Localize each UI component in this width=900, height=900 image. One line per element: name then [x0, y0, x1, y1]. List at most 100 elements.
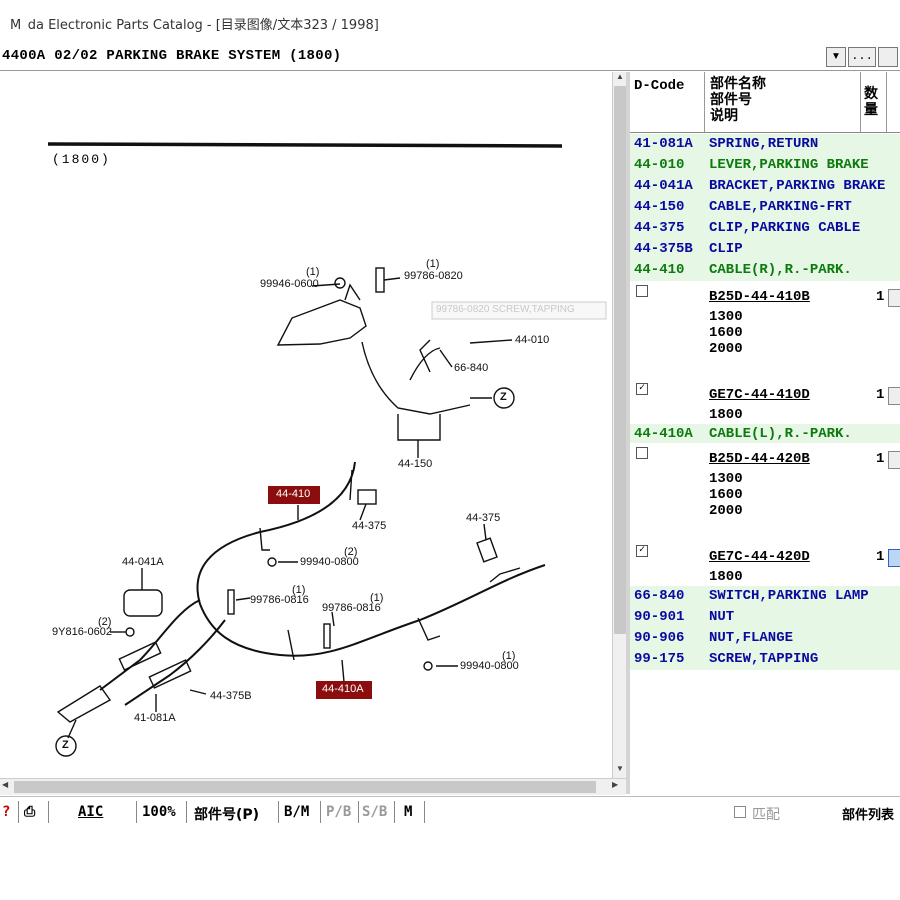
part-row[interactable]: 44-375 CLIP,PARKING CABLE: [630, 218, 900, 239]
header-dcode[interactable]: D-Code: [634, 78, 684, 94]
variant-part-number[interactable]: GE7C-44-420D: [709, 549, 810, 565]
scroll-right-arrow-icon[interactable]: ▶: [612, 780, 618, 789]
scroll-left-arrow-icon[interactable]: ◀: [2, 780, 8, 789]
variant-part-number[interactable]: B25D-44-410B: [709, 289, 810, 305]
parts-header: D-Code 部件名称 部件号 说明 数量: [630, 72, 900, 133]
part-row[interactable]: 44-410A CABLE(L),R.-PARK.: [630, 424, 900, 445]
label-41-081a[interactable]: 41-081A: [134, 712, 176, 724]
label-44-041a[interactable]: 44-041A: [122, 556, 164, 568]
label-99786-0816-a-qty: (1): [292, 584, 306, 596]
part-name: SPRING,RETURN: [709, 136, 819, 152]
scroll-thumb-horizontal[interactable]: [14, 781, 596, 793]
part-name: NUT: [709, 609, 735, 625]
parts-diagram[interactable]: (1800) 99946-0600 (1) 99786-0820 (1) 997…: [0, 72, 612, 778]
header-name-line1: 部件名称: [710, 76, 766, 92]
part-variant[interactable]: ✓ GE7C-44-410D 1 1800: [630, 379, 900, 425]
label-99940-0800-b-qty: (1): [502, 650, 516, 662]
part-variant[interactable]: B25D-44-410B 1 1300 1600 2000: [630, 281, 900, 361]
qty-box-selected[interactable]: [888, 549, 900, 567]
part-row[interactable]: 44-375B CLIP: [630, 239, 900, 260]
variant-checkbox[interactable]: [636, 447, 648, 459]
section-selector[interactable]: 4400A 02/02 PARKING BRAKE SYSTEM (1800) …: [0, 44, 900, 71]
variant-year: 1800: [709, 569, 743, 585]
part-code: 44-375: [634, 220, 685, 236]
help-button[interactable]: ?: [2, 804, 10, 820]
part-name: CLIP,PARKING CABLE: [709, 220, 861, 236]
part-row[interactable]: 44-410 CABLE(R),R.-PARK.: [630, 260, 900, 281]
diagram-horizontal-scrollbar[interactable]: ◀ ▶: [0, 778, 626, 795]
label-44-410[interactable]: 44-410: [276, 488, 310, 500]
part-name: CABLE(L),R.-PARK.: [709, 426, 852, 442]
printer-icon[interactable]: ⎙: [24, 804, 35, 820]
variant-part-number[interactable]: B25D-44-420B: [709, 451, 810, 467]
match-checkbox[interactable]: [734, 806, 746, 818]
scroll-down-arrow-icon[interactable]: ▼: [613, 764, 627, 778]
part-row[interactable]: 44-041A BRACKET,PARKING BRAKE: [630, 176, 900, 197]
label-44-410a[interactable]: 44-410A: [322, 683, 364, 695]
part-number-button[interactable]: 部件号(P): [194, 804, 259, 824]
part-row[interactable]: 66-840 SWITCH,PARKING LAMP: [630, 586, 900, 607]
qty-box[interactable]: [888, 451, 900, 469]
variant-part-number[interactable]: GE7C-44-410D: [709, 387, 810, 403]
section-title: 4400A 02/02 PARKING BRAKE SYSTEM (1800): [2, 48, 342, 64]
variant-checkbox[interactable]: ✓: [636, 383, 648, 395]
variant-year: 1300: [709, 471, 743, 487]
pb-button[interactable]: P/B: [326, 804, 351, 820]
variant-checkbox[interactable]: ✓: [636, 545, 648, 557]
zoom-button[interactable]: 100%: [142, 804, 176, 820]
scroll-up-arrow-icon[interactable]: ▲: [613, 72, 627, 86]
variant-year: 1300: [709, 309, 743, 325]
m-button[interactable]: M: [404, 804, 412, 820]
sb-button[interactable]: S/B: [362, 804, 387, 820]
variant-year: 1800: [709, 407, 743, 423]
part-row[interactable]: 41-081A SPRING,RETURN: [630, 134, 900, 155]
part-row[interactable]: 90-901 NUT: [630, 607, 900, 628]
part-row[interactable]: 44-150 CABLE,PARKING-FRT: [630, 197, 900, 218]
part-name: CABLE,PARKING-FRT: [709, 199, 852, 215]
variant-qty: 1: [876, 387, 885, 403]
part-name: NUT,FLANGE: [709, 630, 794, 646]
label-44-150[interactable]: 44-150: [398, 458, 432, 470]
label-44-375-a[interactable]: 44-375: [352, 520, 386, 532]
part-list-button[interactable]: 部件列表: [842, 804, 894, 823]
parts-list: D-Code 部件名称 部件号 说明 数量 41-081A SPRING,RET…: [630, 72, 900, 794]
label-66-840[interactable]: 66-840: [454, 362, 488, 374]
part-code: 44-010: [634, 157, 685, 173]
part-code: 44-410: [634, 262, 685, 278]
qty-box[interactable]: [888, 387, 900, 405]
scroll-up-button[interactable]: [878, 47, 898, 67]
part-variant[interactable]: ✓ GE7C-44-420D 1 1800: [630, 541, 900, 587]
variant-qty: 1: [876, 451, 885, 467]
window-title: M da Electronic Parts Catalog - [目录图像/文本…: [10, 18, 379, 33]
part-code: 44-150: [634, 199, 685, 215]
part-name: BRACKET,PARKING BRAKE: [709, 178, 886, 194]
label-44-010[interactable]: 44-010: [515, 334, 549, 346]
aic-button[interactable]: AIC: [78, 804, 103, 820]
label-z-1: Z: [500, 391, 507, 403]
diagram-vertical-scrollbar[interactable]: ▲ ▼: [612, 72, 627, 778]
label-44-375b[interactable]: 44-375B: [210, 690, 252, 702]
part-code: 44-041A: [634, 178, 693, 194]
label-z-2: Z: [62, 739, 69, 751]
part-row[interactable]: 99-175 SCREW,TAPPING: [630, 649, 900, 670]
status-bar: ? ⎙ AIC 100% 部件号(P) B/M P/B S/B M 匹配 部件列…: [0, 796, 900, 827]
label-99940-0800-a-qty: (2): [344, 546, 358, 558]
scroll-thumb[interactable]: [614, 86, 626, 634]
variant-checkbox[interactable]: [636, 285, 648, 297]
bm-button[interactable]: B/M: [284, 804, 309, 820]
header-name-line3: 说明: [710, 108, 738, 124]
variant-qty: 1: [876, 289, 885, 305]
label-99786-0816-b-qty: (1): [370, 592, 384, 604]
qty-box[interactable]: [888, 289, 900, 307]
part-row[interactable]: 44-010 LEVER,PARKING BRAKE: [630, 155, 900, 176]
part-row[interactable]: 90-906 NUT,FLANGE: [630, 628, 900, 649]
label-44-375-b[interactable]: 44-375: [466, 512, 500, 524]
header-name[interactable]: 部件名称 部件号 说明: [710, 76, 766, 124]
header-qty[interactable]: 数量: [864, 86, 880, 118]
chevron-down-icon[interactable]: ▼: [826, 47, 846, 67]
variant-year: 2000: [709, 503, 743, 519]
part-variant[interactable]: B25D-44-420B 1 1300 1600 2000: [630, 443, 900, 523]
label-99786-0820[interactable]: 99786-0820: [404, 270, 463, 282]
more-button[interactable]: ...: [848, 47, 876, 67]
label-99946[interactable]: 99946-0600: [260, 278, 319, 290]
